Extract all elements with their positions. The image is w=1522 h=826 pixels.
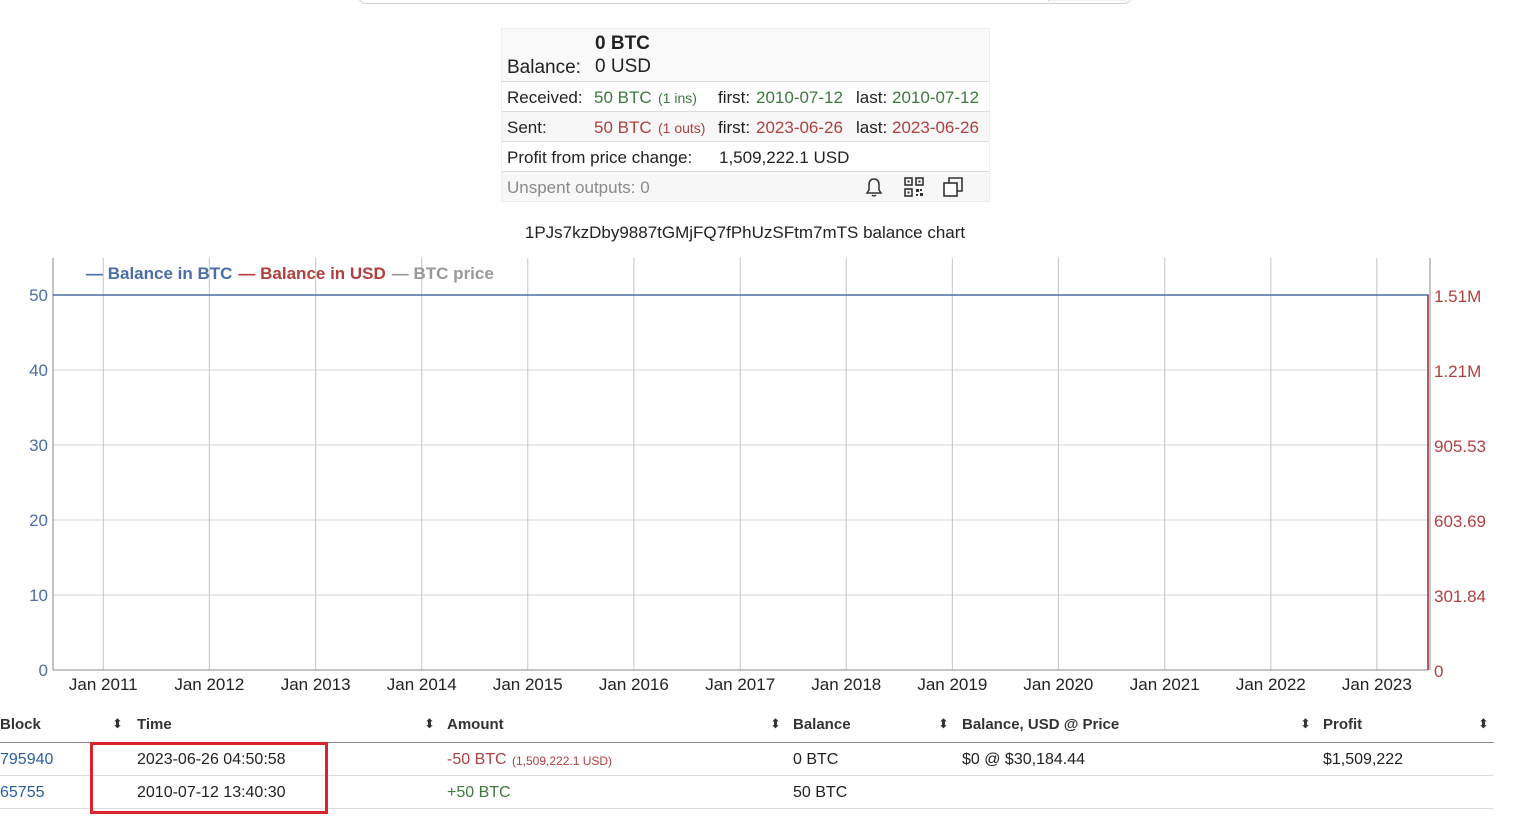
address-summary: Balance: 0 BTC 0 USD Received: 50 BTC (1… (501, 28, 990, 202)
x-tick-label: Jan 2011 (69, 675, 138, 694)
legend-item-2[interactable]: — BTC price (392, 264, 494, 283)
tx-amount: +50 BTC (447, 784, 511, 801)
received-last-label: last: (856, 88, 888, 107)
block-link[interactable]: 795940 (0, 751, 53, 769)
x-tick-label: Jan 2019 (917, 675, 987, 694)
y-left-tick-label: 20 (29, 511, 48, 530)
sort-icon[interactable]: ⬍ (770, 716, 781, 732)
sent-amount: 50 BTC (594, 118, 652, 137)
search-button[interactable] (1048, 0, 1131, 1)
sent-last-label: last: (856, 118, 888, 137)
x-tick-label: Jan 2017 (705, 675, 775, 694)
y-left-tick-label: 30 (29, 436, 48, 455)
chart-title: 1PJs7kzDby9887tGMjFQ7fPhUzSFtm7mTS balan… (524, 223, 966, 242)
column-header-balance-usd[interactable]: Balance, USD @ Price (962, 716, 1119, 733)
x-tick-label: Jan 2020 (1023, 675, 1093, 694)
block-link[interactable]: 65755 (0, 784, 45, 802)
sort-icon[interactable]: ⬍ (938, 716, 949, 732)
qr-code-icon[interactable] (903, 176, 925, 198)
balance-usd: 0 USD (595, 56, 651, 77)
y-left-tick-label: 50 (29, 286, 48, 305)
y-right-tick-label: 1.21M (1434, 362, 1481, 381)
chart-axis-labels: 0 10 20 30 40 50 0 301.84 603.69 905.53 1.21M 1.51M… (29, 286, 1486, 694)
legend-item-0[interactable]: — Balance in BTC (86, 264, 232, 283)
column-header-profit[interactable]: Profit (1323, 716, 1362, 733)
received-count: (1 ins) (658, 90, 697, 106)
x-tick-label: Jan 2021 (1130, 675, 1200, 694)
sent-last-date: 2023-06-26 (892, 118, 979, 137)
tx-amount: -50 BTC (447, 751, 507, 768)
x-tick-label: Jan 2022 (1236, 675, 1306, 694)
profit-value: 1,509,222.1 USD (719, 148, 850, 167)
tx-balance: 50 BTC (793, 784, 848, 801)
sent-label: Sent: (507, 118, 547, 137)
column-header-time[interactable]: Time (137, 716, 172, 733)
table-header: Block ⬍ Time ⬍ Amount ⬍ Balance ⬍ Balanc… (0, 708, 1494, 743)
sort-icon[interactable]: ⬍ (1478, 716, 1489, 732)
x-tick-label: Jan 2023 (1342, 675, 1412, 694)
received-first-label: first: (718, 88, 751, 107)
x-tick-label: Jan 2012 (174, 675, 244, 694)
y-left-tick-label: 40 (29, 361, 48, 380)
y-right-tick-label: 301.84 (1434, 587, 1486, 606)
column-header-amount[interactable]: Amount (447, 716, 504, 733)
sort-icon[interactable]: ⬍ (424, 716, 435, 732)
sort-icon[interactable]: ⬍ (1300, 716, 1311, 732)
y-right-tick-label: 0 (1434, 662, 1443, 681)
sent-count: (1 outs) (658, 120, 706, 136)
received-label: Received: (507, 88, 583, 107)
column-header-block[interactable]: Block (0, 716, 41, 733)
bell-icon[interactable] (863, 176, 885, 198)
x-tick-label: Jan 2013 (281, 675, 351, 694)
x-tick-label: Jan 2014 (387, 675, 457, 694)
y-left-tick-label: 10 (29, 586, 48, 605)
profit-label: Profit from price change: (507, 148, 693, 167)
x-tick-label: Jan 2018 (811, 675, 881, 694)
sort-icon[interactable]: ⬍ (112, 716, 123, 732)
search-bar[interactable] (358, 0, 1132, 4)
x-tick-label: Jan 2016 (599, 675, 669, 694)
x-tick-label: Jan 2015 (493, 675, 563, 694)
sent-first-date: 2023-06-26 (756, 118, 843, 137)
profit-row: Profit from price change: 1,509,222.1 US… (502, 141, 989, 171)
copy-icon[interactable] (942, 176, 964, 198)
tx-balance-usd: $0 @ $30,184.44 (962, 751, 1086, 768)
received-last-date: 2010-07-12 (892, 88, 979, 107)
tx-profit: $1,509,222 (1323, 751, 1404, 768)
balance-row: Balance: 0 BTC 0 USD (502, 29, 989, 81)
y-right-tick-label: 603.69 (1434, 512, 1486, 531)
received-first-date: 2010-07-12 (756, 88, 843, 107)
chart-grid (52, 258, 1431, 671)
y-left-tick-label: 0 (39, 661, 48, 680)
sent-first-label: first: (718, 118, 751, 137)
balance-chart: 0 10 20 30 40 50 0 301.84 603.69 905.53 1.21M 1.51M… (29, 258, 1486, 694)
balance-btc: 0 BTC (595, 33, 650, 54)
time-highlight-box (90, 742, 328, 814)
tx-amount-usd: (1,509,222.1 USD) (512, 754, 613, 768)
legend-item-1[interactable]: — Balance in USD (238, 264, 385, 283)
received-row: Received: 50 BTC (1 ins) first: 2010-07-… (502, 81, 989, 111)
tx-balance: 0 BTC (793, 751, 839, 768)
received-amount: 50 BTC (594, 88, 652, 107)
balance-label: Balance: (507, 57, 581, 78)
unspent-outputs: Unspent outputs: 0 (507, 178, 650, 197)
y-right-tick-label: 1.51M (1434, 287, 1481, 306)
column-header-balance[interactable]: Balance (793, 716, 851, 733)
chart-legend[interactable]: — Balance in BTC — Balance in USD — BTC pr… (86, 264, 494, 283)
y-right-tick-label: 905.53 (1434, 437, 1486, 456)
unspent-row: Unspent outputs: 0 (502, 171, 989, 201)
sent-row: Sent: 50 BTC (1 outs) first: 2023-06-26 … (502, 111, 989, 141)
